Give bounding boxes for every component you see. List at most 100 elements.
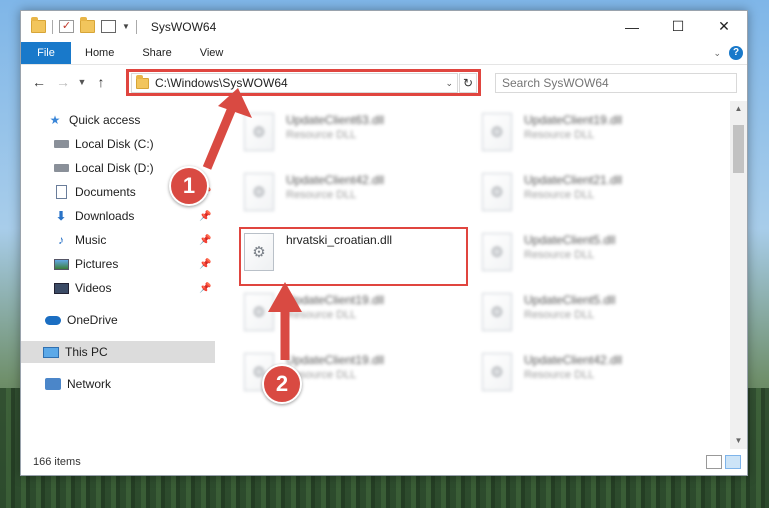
sidebar-item-videos[interactable]: Videos 📌 <box>53 277 211 299</box>
close-button[interactable]: ✕ <box>701 11 747 42</box>
sidebar-item-label: This PC <box>65 345 108 359</box>
window-title: SysWOW64 <box>150 19 217 34</box>
sidebar-item-quick-access[interactable]: ★ Quick access <box>47 109 141 131</box>
sidebar-item-label: Downloads <box>75 209 135 223</box>
dll-file-icon: ⚙ <box>244 293 274 331</box>
list-item[interactable]: ⚙ UpdateClient42.dll Resource DLL <box>474 349 694 395</box>
scroll-down-icon[interactable]: ▼ <box>730 433 747 449</box>
dll-file-icon: ⚙ <box>244 113 274 151</box>
quick-access-toolbar: ✓ ▼ <box>21 17 137 34</box>
pin-icon[interactable]: 📌 <box>199 211 211 222</box>
hard-drive-icon <box>53 137 69 151</box>
list-item[interactable]: ⚙ UpdateClient5.dll Resource DLL <box>474 229 694 275</box>
vertical-scrollbar[interactable]: ▲ ▼ <box>730 101 747 449</box>
file-name: UpdateClient5.dll <box>524 293 616 307</box>
sidebar-item-documents[interactable]: Documents 📌 <box>53 181 211 203</box>
sidebar-item-label: Quick access <box>69 113 141 127</box>
navigation-bar: ← → ▼ ↑ C:\Windows\SysWOW64 ⌄ ↻ <box>21 64 747 99</box>
sidebar-item-music[interactable]: ♪ Music 📌 <box>53 229 211 251</box>
file-name: UpdateClient42.dll <box>286 173 385 187</box>
scrollbar-thumb[interactable] <box>733 125 744 173</box>
list-item[interactable]: ⚙ UpdateClient42.dll Resource DLL <box>236 169 456 215</box>
document-icon <box>53 185 69 199</box>
sidebar-item-label: Music <box>75 233 107 247</box>
dll-file-icon: ⚙ <box>482 173 512 211</box>
file-type: Resource DLL <box>286 129 357 141</box>
sidebar-item-local-disk-d[interactable]: Local Disk (D:) <box>53 157 154 179</box>
file-type: Resource DLL <box>524 309 595 321</box>
minimize-button[interactable]: — <box>609 11 655 42</box>
forward-arrow-icon[interactable]: → <box>51 74 75 90</box>
expand-ribbon-icon[interactable]: ⌄ <box>713 48 721 59</box>
search-input[interactable] <box>496 76 711 90</box>
title-bar: ✓ ▼ SysWOW64 — ☐ ✕ <box>21 11 747 42</box>
sidebar-item-downloads[interactable]: ⬇ Downloads 📌 <box>53 205 211 227</box>
item-count: 166 items <box>33 456 81 468</box>
file-highlight-annotation <box>239 227 468 286</box>
file-name: UpdateClient19.dll <box>524 113 623 127</box>
hard-drive-icon <box>53 161 69 175</box>
scroll-up-icon[interactable]: ▲ <box>730 101 747 117</box>
file-name: UpdateClient19.dll <box>286 353 385 367</box>
sidebar-item-pictures[interactable]: Pictures 📌 <box>53 253 211 275</box>
help-icon[interactable]: ? <box>729 46 743 60</box>
file-type: Resource DLL <box>524 369 595 381</box>
list-item[interactable]: ⚙ UpdateClient19.dll Resource DLL <box>474 109 694 155</box>
chevron-down-icon[interactable]: ▼ <box>122 22 130 31</box>
divider <box>52 19 53 34</box>
file-name: UpdateClient21.dll <box>524 173 623 187</box>
file-type: Resource DLL <box>286 309 357 321</box>
dll-file-icon: ⚙ <box>482 353 512 391</box>
properties-check-icon[interactable]: ✓ <box>59 20 74 33</box>
sidebar-item-label: Pictures <box>75 257 119 271</box>
dll-file-icon: ⚙ <box>244 173 274 211</box>
download-arrow-icon: ⬇ <box>55 209 67 223</box>
list-item[interactable]: ⚙ UpdateClient21.dll Resource DLL <box>474 169 694 215</box>
back-arrow-icon[interactable]: ← <box>27 74 51 90</box>
divider <box>135 19 137 34</box>
sidebar-item-label: OneDrive <box>67 313 118 327</box>
pin-icon[interactable]: 📌 <box>199 283 211 294</box>
sidebar-item-label: Network <box>67 377 112 391</box>
sidebar-item-onedrive[interactable]: OneDrive <box>45 309 118 331</box>
file-name: UpdateClient5.dll <box>524 233 616 247</box>
file-type: Resource DLL <box>524 129 595 141</box>
sidebar-item-network[interactable]: Network <box>45 373 111 395</box>
network-icon <box>45 377 61 391</box>
tab-share[interactable]: Share <box>128 47 185 59</box>
new-folder-icon[interactable] <box>80 17 95 33</box>
sidebar-item-label: Local Disk (C:) <box>75 137 154 151</box>
video-film-icon <box>53 281 69 295</box>
large-icons-view-icon[interactable] <box>725 455 741 469</box>
sidebar-item-label: Local Disk (D:) <box>75 161 154 175</box>
music-note-icon: ♪ <box>58 233 64 247</box>
pin-icon[interactable]: 📌 <box>199 259 211 270</box>
file-type: Resource DLL <box>524 249 595 261</box>
file-type: Resource DLL <box>286 189 357 201</box>
maximize-button[interactable]: ☐ <box>655 11 701 42</box>
ribbon-tabs: File Home Share View ⌄ ? <box>21 42 747 64</box>
step-marker-one: 1 <box>169 166 209 206</box>
details-view-icon[interactable] <box>706 455 722 469</box>
navigation-pane: ★ Quick access Local Disk (C:) Local Dis… <box>21 104 217 447</box>
star-icon: ★ <box>49 113 61 127</box>
list-item[interactable]: ⚙ UpdateClient19.dll Resource DLL <box>236 289 456 335</box>
tab-view[interactable]: View <box>186 47 238 59</box>
customize-icon[interactable] <box>101 20 116 33</box>
dll-file-icon: ⚙ <box>482 113 512 151</box>
sidebar-item-label: Documents <box>75 185 136 199</box>
explorer-window: ✓ ▼ SysWOW64 — ☐ ✕ File Home Share View … <box>20 10 748 476</box>
tab-file[interactable]: File <box>21 42 71 64</box>
sidebar-item-local-disk-c[interactable]: Local Disk (C:) <box>53 133 154 155</box>
cloud-icon <box>45 313 61 327</box>
tab-home[interactable]: Home <box>71 47 128 59</box>
computer-icon <box>43 345 59 359</box>
list-item[interactable]: ⚙ UpdateClient63.dll Resource DLL <box>236 109 456 155</box>
list-item[interactable]: ⚙ UpdateClient5.dll Resource DLL <box>474 289 694 335</box>
up-arrow-icon[interactable]: ↑ <box>89 74 113 90</box>
pin-icon[interactable]: 📌 <box>199 235 211 246</box>
address-highlight-annotation <box>126 69 481 96</box>
search-box[interactable] <box>495 73 737 93</box>
sidebar-item-this-pc[interactable]: This PC <box>21 341 215 363</box>
recent-locations-chevron-icon[interactable]: ▼ <box>75 77 89 87</box>
